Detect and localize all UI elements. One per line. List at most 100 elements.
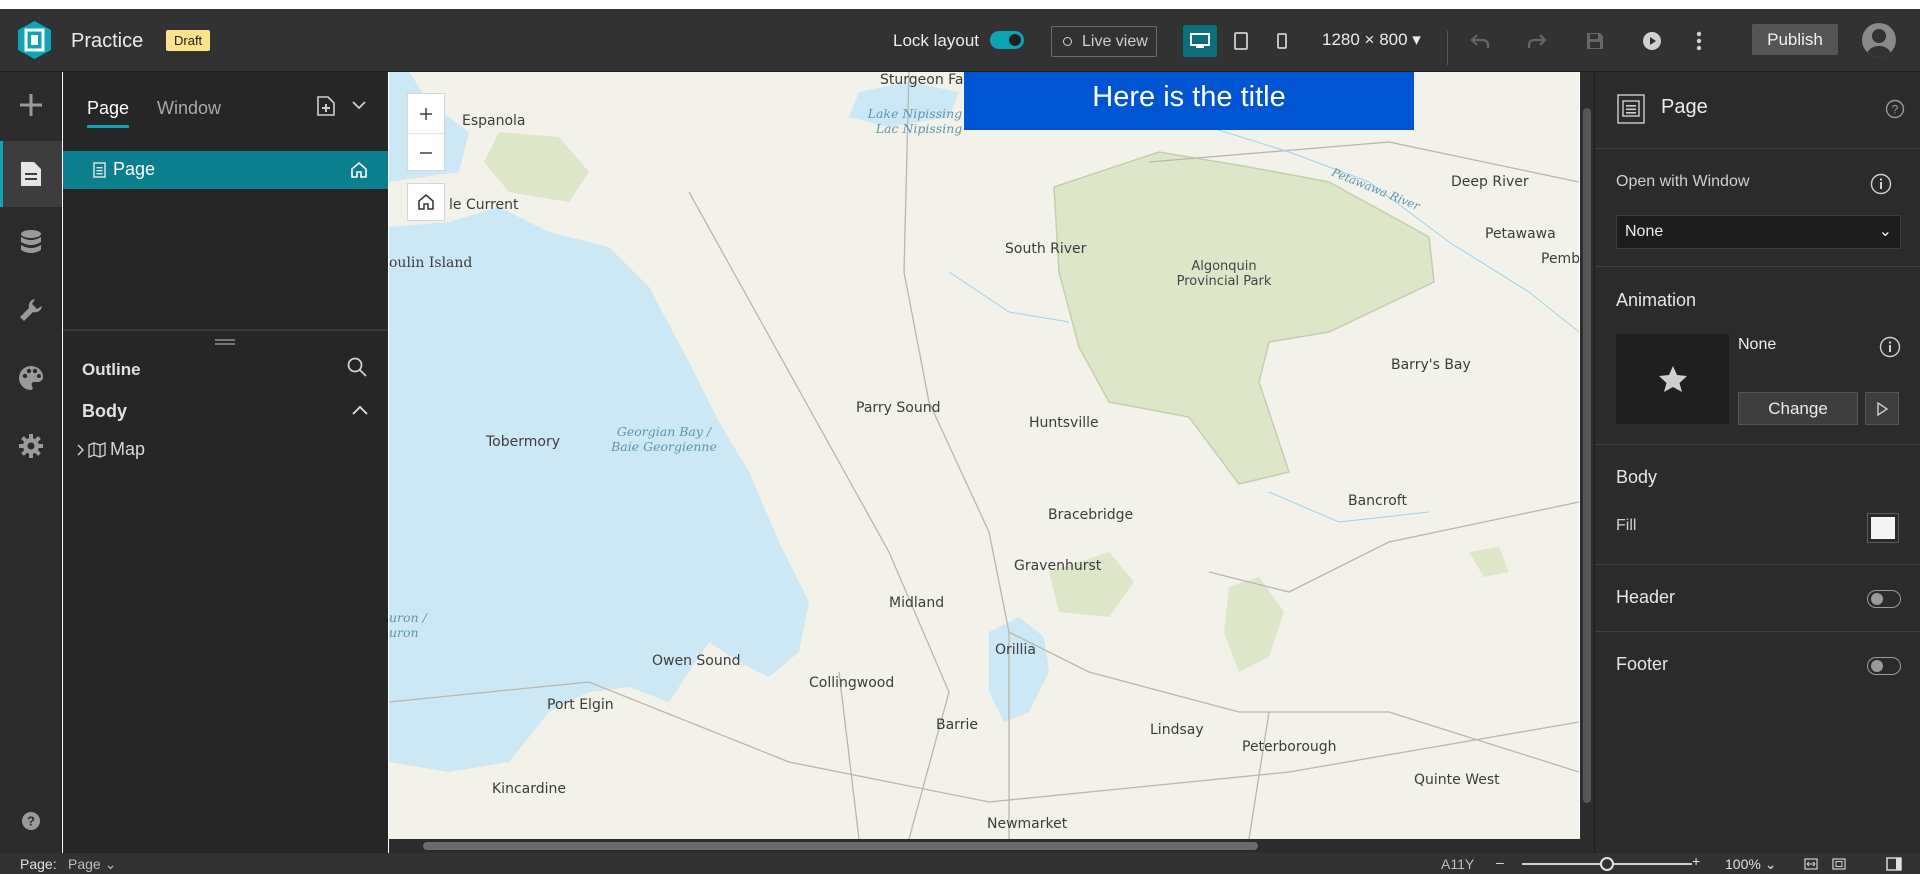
help-icon[interactable]: ? xyxy=(1885,99,1905,119)
map-label: Parry Sound xyxy=(856,400,941,416)
canvas-vertical-scrollbar[interactable] xyxy=(1580,72,1594,839)
info-icon[interactable] xyxy=(1879,336,1901,358)
home-icon[interactable] xyxy=(350,161,368,179)
app-logo-icon[interactable] xyxy=(16,20,53,60)
current-page-select[interactable]: Page ⌄ xyxy=(68,856,116,873)
page-settings-icon xyxy=(1617,94,1645,124)
footer-toggle[interactable] xyxy=(1867,657,1901,675)
redo-icon xyxy=(1527,34,1547,48)
publish-button[interactable]: Publish xyxy=(1752,24,1838,55)
resolution-dropdown[interactable]: 1280 × 800 ▾ xyxy=(1322,30,1421,50)
change-animation-button[interactable]: Change xyxy=(1738,392,1858,425)
caret-down-icon: ▾ xyxy=(1412,30,1421,49)
tools-button[interactable] xyxy=(0,277,62,343)
help-icon: ? xyxy=(22,812,40,830)
add-page-menu-button[interactable] xyxy=(352,98,366,117)
outline-item-label: Map xyxy=(110,439,146,459)
map-icon xyxy=(88,441,106,458)
save-button[interactable] xyxy=(1579,25,1611,57)
theme-button[interactable] xyxy=(0,345,62,411)
properties-panel: Page ? Open with Window None ⌄ Animation… xyxy=(1594,72,1920,853)
insert-widget-button[interactable] xyxy=(0,72,62,138)
map-label: Bracebridge xyxy=(1048,507,1134,523)
fill-color-swatch[interactable] xyxy=(1867,513,1899,543)
zoom-select[interactable]: 100% ⌄ xyxy=(1725,856,1776,873)
page-panel-button[interactable] xyxy=(0,141,62,207)
section-divider xyxy=(1595,631,1920,632)
fit-width-button[interactable] xyxy=(1804,857,1818,873)
animation-preview xyxy=(1616,334,1729,424)
app-title[interactable]: Practice xyxy=(71,30,143,53)
chevron-down-icon: ⌄ xyxy=(1878,223,1892,240)
user-icon xyxy=(1867,29,1891,57)
help-button[interactable]: ? xyxy=(0,788,62,854)
map-label: Bancroft xyxy=(1348,493,1407,509)
tablet-icon xyxy=(1234,32,1248,50)
device-desktop-button[interactable] xyxy=(1183,25,1217,57)
title-banner[interactable]: Here is the title xyxy=(964,72,1414,130)
undo-icon xyxy=(1470,34,1490,48)
undo-button[interactable] xyxy=(1464,25,1496,57)
preview-button[interactable] xyxy=(1636,25,1668,57)
map-canvas[interactable]: Sturgeon Fa Lake Nipissing / Lac Nipissin… xyxy=(389,72,1579,839)
redo-button[interactable] xyxy=(1521,25,1553,57)
info-icon[interactable] xyxy=(1870,173,1892,195)
map-label: Owen Sound xyxy=(652,653,741,669)
device-tablet-button[interactable] xyxy=(1224,25,1258,57)
settings-button[interactable] xyxy=(0,413,62,479)
device-phone-button[interactable] xyxy=(1265,25,1299,57)
map-label: Sturgeon Fa xyxy=(880,72,964,88)
collapse-body-button[interactable] xyxy=(352,404,368,423)
wrench-icon xyxy=(20,299,42,321)
chevron-down-icon xyxy=(352,101,366,110)
data-button[interactable] xyxy=(0,209,62,275)
outline-item-map[interactable]: Map xyxy=(76,439,145,460)
open-with-window-select[interactable]: None ⌄ xyxy=(1616,215,1901,249)
open-with-window-label: Open with Window xyxy=(1616,173,1750,190)
toggle-panel-button[interactable] xyxy=(1886,857,1902,874)
page-item-label: Page xyxy=(113,159,156,179)
more-options-button[interactable] xyxy=(1683,25,1715,57)
outline-body-section[interactable]: Body xyxy=(82,401,127,422)
a11y-button[interactable]: A11Y xyxy=(1441,856,1474,872)
tab-underline xyxy=(87,125,129,128)
page-item-icon xyxy=(93,162,106,178)
zoom-out-button[interactable] xyxy=(408,133,444,172)
map-label: Georgian Bay / Baie Georgienne xyxy=(611,424,717,454)
add-page-button[interactable] xyxy=(317,96,335,121)
live-view-dot-icon xyxy=(1063,37,1072,46)
resize-handle[interactable] xyxy=(215,339,235,345)
fit-screen-button[interactable] xyxy=(1832,857,1846,873)
tab-page[interactable]: Page xyxy=(87,98,129,119)
page-list-item[interactable]: Page xyxy=(63,151,388,189)
zoom-out-icon[interactable]: – xyxy=(1496,854,1504,870)
map-label: Deep River xyxy=(1451,174,1529,190)
outline-search-button[interactable] xyxy=(347,357,367,382)
tab-window[interactable]: Window xyxy=(157,98,221,119)
map-label: Lake Nipissing / Lac Nipissing xyxy=(867,106,971,136)
preview-animation-button[interactable] xyxy=(1865,392,1899,425)
zoom-slider-thumb[interactable] xyxy=(1600,857,1614,871)
chevron-right-icon[interactable] xyxy=(76,443,84,456)
fill-label: Fill xyxy=(1616,517,1637,534)
section-divider xyxy=(1595,564,1920,565)
gear-icon xyxy=(19,434,43,458)
fit-screen-icon xyxy=(1832,858,1846,870)
zoom-in-button[interactable] xyxy=(408,94,444,133)
default-extent-button[interactable] xyxy=(407,183,445,221)
basemap[interactable] xyxy=(389,72,1579,839)
user-avatar[interactable] xyxy=(1862,23,1896,57)
outline-title: Outline xyxy=(82,360,141,379)
map-label: Quinte West xyxy=(1414,772,1500,788)
plus-icon xyxy=(20,94,42,116)
page-icon xyxy=(21,162,41,186)
header-toggle[interactable] xyxy=(1867,590,1901,608)
fit-width-icon xyxy=(1804,858,1818,870)
section-divider xyxy=(1595,148,1920,149)
chevron-down-icon: ⌄ xyxy=(1764,856,1777,872)
live-view-button[interactable]: Live view xyxy=(1051,26,1157,57)
lock-layout-toggle[interactable] xyxy=(990,31,1024,49)
palette-icon xyxy=(19,366,43,390)
canvas-horizontal-scrollbar[interactable] xyxy=(389,839,1594,853)
zoom-in-icon[interactable]: + xyxy=(1692,853,1700,869)
